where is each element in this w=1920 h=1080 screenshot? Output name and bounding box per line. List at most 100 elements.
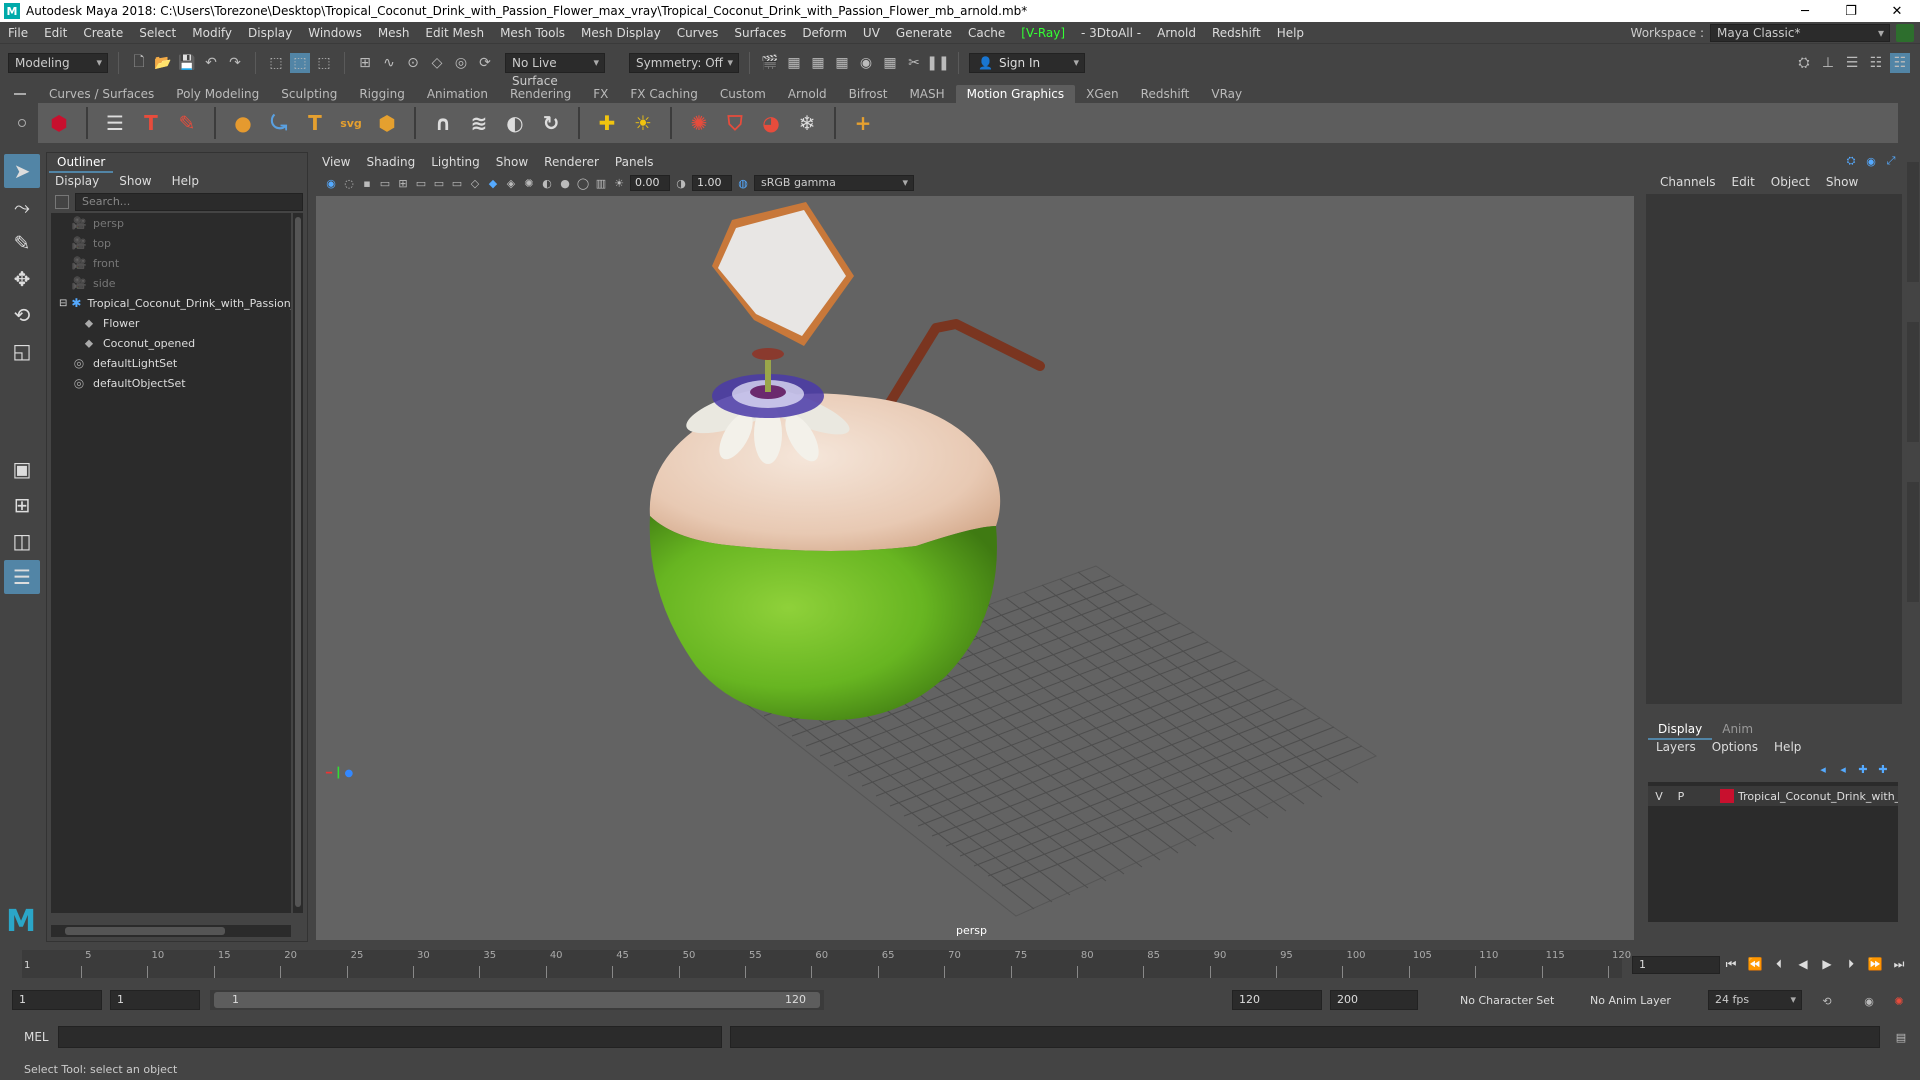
menu-file[interactable]: File: [0, 26, 36, 40]
rotate-tool-icon[interactable]: ⟲: [4, 298, 40, 332]
select-tool-icon[interactable]: ➤: [4, 154, 40, 188]
shadows-icon[interactable]: ◐: [540, 176, 554, 190]
curve-icon[interactable]: ⤿: [264, 108, 294, 138]
paint-icon[interactable]: ✎: [172, 108, 202, 138]
restore-button[interactable]: ❐: [1828, 0, 1874, 22]
playback-end-field[interactable]: 120: [1232, 990, 1322, 1010]
channel-box-icon[interactable]: ☷: [1866, 53, 1886, 73]
spiral-icon[interactable]: ↻: [536, 108, 566, 138]
end-time-field[interactable]: 200: [1330, 990, 1418, 1010]
two-view-icon[interactable]: ◫: [4, 524, 40, 558]
play-backwards-icon[interactable]: ◀: [1794, 954, 1812, 974]
shirt-icon[interactable]: ⛉: [720, 108, 750, 138]
snowflake-icon[interactable]: ❄: [792, 108, 822, 138]
hypershade-icon[interactable]: ◉: [856, 53, 876, 73]
outliner-tab[interactable]: Outliner: [49, 153, 114, 173]
bookmark-icon[interactable]: ▪: [360, 176, 374, 190]
menu-windows[interactable]: Windows: [300, 26, 370, 40]
sign-in-button[interactable]: 👤 Sign In: [969, 53, 1085, 73]
select-hierarchy-icon[interactable]: ⬚: [266, 53, 286, 73]
layer-color-swatch[interactable]: [1720, 789, 1734, 803]
shelf-tab-animation[interactable]: Animation: [416, 85, 499, 103]
side-tab[interactable]: [1907, 322, 1919, 442]
menu-modify[interactable]: Modify: [184, 26, 240, 40]
shelf-tab-custom[interactable]: Custom: [709, 85, 777, 103]
viewport-menu-shading[interactable]: Shading: [358, 155, 423, 169]
layer-playback-toggle[interactable]: P: [1670, 790, 1692, 803]
layer-menu-options[interactable]: Options: [1704, 740, 1766, 754]
moon-icon[interactable]: ◐: [500, 108, 530, 138]
wind-icon[interactable]: ≋: [464, 108, 494, 138]
new-scene-icon[interactable]: 🗋: [129, 53, 149, 73]
menu-mesh-tools[interactable]: Mesh Tools: [492, 26, 573, 40]
shelf-tab-mash[interactable]: MASH: [898, 85, 955, 103]
live-surface-field[interactable]: No Live Surface: [505, 53, 605, 88]
pause-icon[interactable]: ❚❚: [926, 53, 949, 73]
menu-mesh[interactable]: Mesh: [370, 26, 418, 40]
shelf-tab-redshift[interactable]: Redshift: [1130, 85, 1201, 103]
playback-start-field[interactable]: 1: [110, 990, 200, 1010]
play-forwards-icon[interactable]: ▶: [1818, 954, 1836, 974]
outliner-horizontal-scrollbar[interactable]: [51, 925, 291, 937]
undo-icon[interactable]: ↶: [201, 53, 221, 73]
current-frame-field[interactable]: 1: [1632, 956, 1720, 974]
outliner-item[interactable]: ◎ defaultObjectSet: [51, 373, 291, 393]
cube-icon[interactable]: ⬢: [372, 108, 402, 138]
channel-settings-icon[interactable]: ◉: [1864, 154, 1878, 168]
select-object-icon[interactable]: ⬚: [290, 53, 310, 73]
outliner-item[interactable]: 🎥 persp: [51, 213, 291, 233]
new-layer-icon[interactable]: ✚: [1856, 762, 1870, 776]
open-scene-icon[interactable]: 📂: [153, 53, 173, 73]
outliner-item[interactable]: ⬥ Coconut_opened: [51, 333, 291, 353]
menu-display[interactable]: Display: [240, 26, 300, 40]
resolution-gate-icon[interactable]: ▭: [432, 176, 446, 190]
anim-layer-dropdown[interactable]: No Anim Layer: [1590, 994, 1671, 1007]
xray-icon[interactable]: ▥: [594, 176, 608, 190]
select-component-icon[interactable]: ⬚: [314, 53, 334, 73]
gate-mask-icon[interactable]: ▭: [450, 176, 464, 190]
close-button[interactable]: ✕: [1874, 0, 1920, 22]
snap-surface-icon[interactable]: ◎: [451, 53, 471, 73]
script-language-toggle[interactable]: MEL: [24, 1030, 49, 1044]
3d-viewport[interactable]: persp ━ ┃ ●: [316, 196, 1634, 940]
layer-tab-display[interactable]: Display: [1648, 720, 1713, 740]
outliner-item[interactable]: 🎥 front: [51, 253, 291, 273]
magnet-icon[interactable]: ∩: [428, 108, 458, 138]
menu-3dtoall[interactable]: - 3DtoAll -: [1073, 26, 1149, 40]
menu-surfaces[interactable]: Surfaces: [726, 26, 794, 40]
collapse-icon[interactable]: ⊟: [59, 298, 67, 309]
move-tool-icon[interactable]: ✥: [4, 262, 40, 296]
outliner-item[interactable]: ◎ defaultLightSet: [51, 353, 291, 373]
outliner-search-input[interactable]: Search...: [75, 193, 303, 211]
list-icon[interactable]: ☰: [100, 108, 130, 138]
snap-plane-icon[interactable]: ◇: [427, 53, 447, 73]
symmetry-dropdown[interactable]: Symmetry: Off: [629, 53, 739, 73]
emitter-icon[interactable]: ✚: [592, 108, 622, 138]
snap-grid-icon[interactable]: ⊞: [355, 53, 375, 73]
modeling-toolkit-icon[interactable]: ⛭: [1794, 53, 1814, 73]
menu-help[interactable]: Help: [1269, 26, 1312, 40]
render-view-icon[interactable]: 🎬: [760, 53, 780, 73]
smooth-shade-icon[interactable]: ◆: [486, 176, 500, 190]
shelf-tab-rigging[interactable]: Rigging: [348, 85, 415, 103]
type-icon[interactable]: T: [136, 108, 166, 138]
shelf-tab-xgen[interactable]: XGen: [1075, 85, 1130, 103]
minimize-button[interactable]: ─: [1782, 0, 1828, 22]
menu-deform[interactable]: Deform: [794, 26, 855, 40]
snap-curve-icon[interactable]: ∿: [379, 53, 399, 73]
shelf-tab-motion-graphics[interactable]: Motion Graphics: [955, 85, 1076, 103]
scale-tool-icon[interactable]: ◱: [4, 334, 40, 368]
layer-tab-anim[interactable]: Anim: [1712, 720, 1763, 740]
outliner-item[interactable]: 🎥 top: [51, 233, 291, 253]
step-back-key-icon[interactable]: ⏪: [1746, 954, 1764, 974]
range-slider[interactable]: 1 120: [210, 990, 824, 1010]
shelf-settings-icon[interactable]: [18, 119, 26, 127]
channel-menu-show[interactable]: Show: [1818, 175, 1866, 189]
menu-arnold[interactable]: Arnold: [1149, 26, 1204, 40]
shelf-tab-arnold[interactable]: Arnold: [777, 85, 838, 103]
select-camera-icon[interactable]: ◉: [324, 176, 338, 190]
ipr-render-icon[interactable]: ▦: [808, 53, 828, 73]
exposure-field[interactable]: 0.00: [630, 175, 670, 191]
menu-uv[interactable]: UV: [855, 26, 888, 40]
svg-icon[interactable]: svg: [336, 108, 366, 138]
